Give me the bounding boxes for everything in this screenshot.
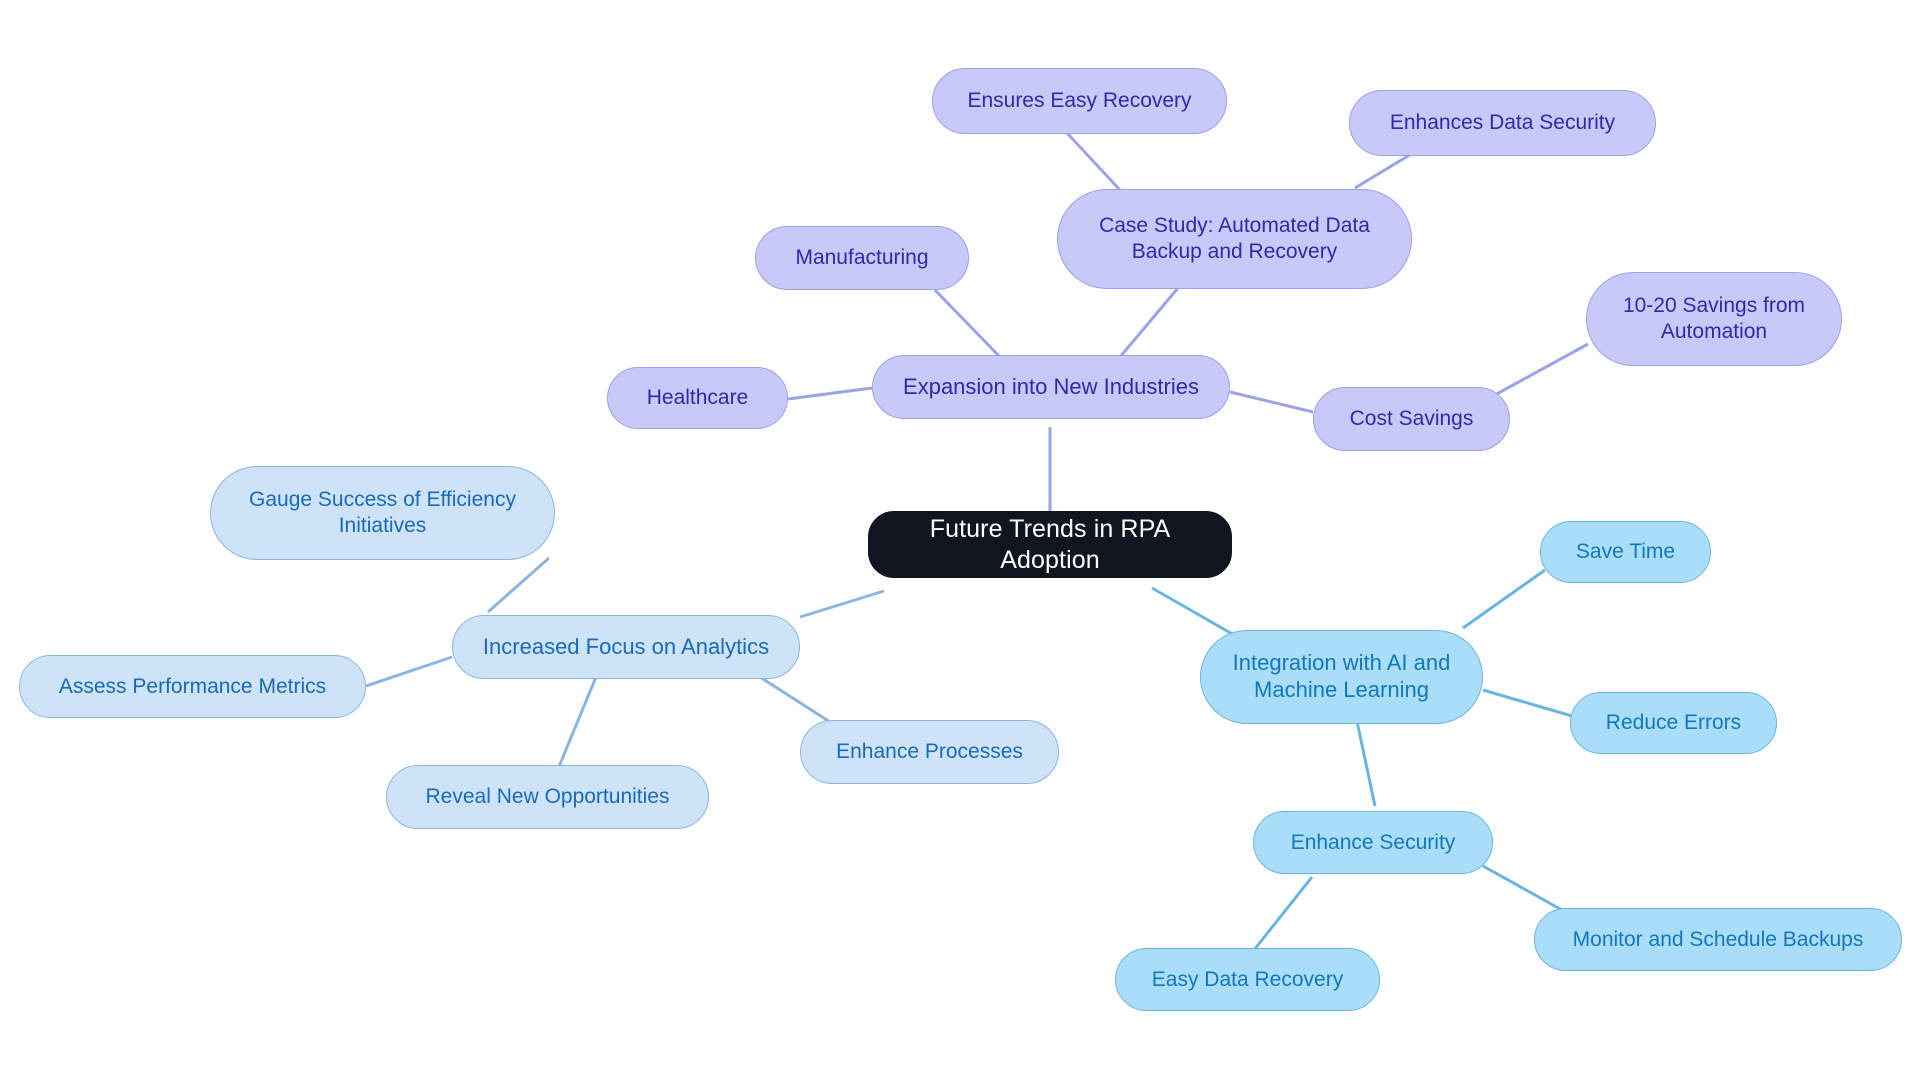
leaf-node-monitor-schedule-backups-label: Monitor and Schedule Backups	[1572, 927, 1864, 951]
branch-node-expansion-label: Expansion into New Industries	[903, 373, 1199, 399]
leaf-node-enhance-processes-label: Enhance Processes	[836, 740, 1023, 764]
leaf-node-savings-from-automation[interactable]: 10-20 Savings from Automation	[1586, 272, 1842, 366]
branch-node-ai-ml-label: Integration with AI and Machine Learning	[1232, 650, 1451, 702]
leaf-node-healthcare-label: Healthcare	[646, 386, 749, 410]
branch-node-analytics-label: Increased Focus on Analytics	[482, 633, 770, 659]
branch-node-expansion[interactable]: Expansion into New Industries	[872, 355, 1230, 419]
leaf-node-reveal-opportunities-label: Reveal New Opportunities	[425, 785, 670, 809]
leaf-node-reduce-errors[interactable]: Reduce Errors	[1570, 692, 1777, 754]
leaf-node-case-study-label: Case Study: Automated Data Backup and Re…	[1099, 214, 1370, 263]
leaf-node-save-time[interactable]: Save Time	[1540, 521, 1711, 583]
leaf-node-enhance-security-label: Enhance Security	[1290, 830, 1456, 854]
leaf-node-enhances-data-security-label: Enhances Data Security	[1389, 111, 1616, 135]
leaf-node-assess-metrics-label: Assess Performance Metrics	[58, 674, 327, 698]
edge-expansion-to-cost-savings	[1229, 390, 1314, 414]
leaf-node-save-time-label: Save Time	[1575, 540, 1676, 564]
leaf-node-healthcare[interactable]: Healthcare	[607, 367, 788, 429]
edge-root-to-analytics	[799, 589, 885, 619]
edge-analytics-to-reveal-opportunities	[556, 676, 598, 770]
edge-case-study-to-ensures-easy-recovery	[1065, 131, 1122, 192]
leaf-node-assess-metrics[interactable]: Assess Performance Metrics	[19, 655, 366, 718]
mindmap-canvas: Future Trends in RPA Adoption Expansion …	[0, 0, 1920, 1083]
edge-analytics-to-enhance-processes	[759, 675, 831, 724]
leaf-node-easy-data-recovery-label: Easy Data Recovery	[1151, 967, 1344, 991]
leaf-node-gauge-success-label: Gauge Success of Efficiency Initiatives	[249, 488, 516, 537]
branch-node-ai-ml[interactable]: Integration with AI and Machine Learning	[1200, 630, 1483, 724]
edge-expansion-to-manufacturing	[933, 288, 1002, 359]
edge-aiml-to-reduce-errors	[1482, 688, 1573, 718]
edge-cost-savings-to-savings-automation	[1492, 342, 1589, 398]
edge-case-study-to-enhances-data-security	[1354, 151, 1414, 190]
edge-enhance-security-to-easy-data-recovery	[1252, 876, 1314, 951]
edge-enhance-security-to-monitor-backups	[1482, 864, 1563, 912]
edge-expansion-to-healthcare	[787, 386, 873, 401]
root-node-label: Future Trends in RPA Adoption	[929, 515, 1171, 574]
edge-expansion-to-case-study	[1118, 287, 1180, 358]
leaf-node-enhance-security[interactable]: Enhance Security	[1253, 811, 1493, 874]
leaf-node-manufacturing-label: Manufacturing	[795, 246, 929, 270]
leaf-node-case-study[interactable]: Case Study: Automated Data Backup and Re…	[1057, 189, 1412, 289]
leaf-node-cost-savings[interactable]: Cost Savings	[1313, 387, 1510, 451]
leaf-node-reveal-opportunities[interactable]: Reveal New Opportunities	[386, 765, 709, 829]
leaf-node-reduce-errors-label: Reduce Errors	[1605, 711, 1742, 735]
leaf-node-monitor-schedule-backups[interactable]: Monitor and Schedule Backups	[1534, 908, 1902, 971]
leaf-node-gauge-success[interactable]: Gauge Success of Efficiency Initiatives	[210, 466, 555, 560]
branch-node-analytics[interactable]: Increased Focus on Analytics	[452, 615, 800, 679]
edge-analytics-to-assess-metrics	[365, 655, 453, 688]
leaf-node-ensures-easy-recovery[interactable]: Ensures Easy Recovery	[932, 68, 1227, 134]
leaf-node-manufacturing[interactable]: Manufacturing	[755, 226, 969, 290]
edge-analytics-to-gauge-success	[487, 556, 550, 614]
edge-aiml-to-enhance-security	[1353, 711, 1377, 807]
leaf-node-enhance-processes[interactable]: Enhance Processes	[800, 720, 1059, 784]
leaf-node-savings-from-automation-label: 10-20 Savings from Automation	[1622, 294, 1806, 343]
root-node[interactable]: Future Trends in RPA Adoption	[868, 511, 1232, 578]
leaf-node-enhances-data-security[interactable]: Enhances Data Security	[1349, 90, 1656, 156]
leaf-node-cost-savings-label: Cost Savings	[1349, 407, 1474, 431]
leaf-node-ensures-easy-recovery-label: Ensures Easy Recovery	[967, 89, 1192, 113]
leaf-node-easy-data-recovery[interactable]: Easy Data Recovery	[1115, 948, 1380, 1011]
edge-aiml-to-save-time	[1462, 568, 1546, 630]
